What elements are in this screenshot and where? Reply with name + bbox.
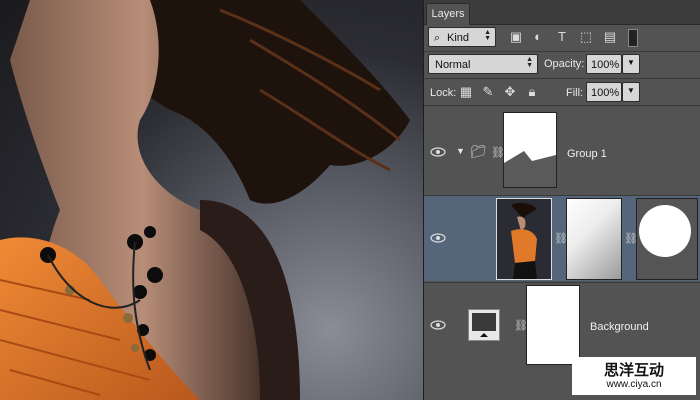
fill-dropdown-button[interactable]: ▼ [622, 82, 640, 102]
fill-layer-thumbnail[interactable] [468, 309, 500, 341]
fill-field[interactable]: 100% [586, 82, 622, 102]
lock-row: Lock: ▦ ✎ ✥ 🔒︎ Fill: 100% ▼ [424, 79, 700, 105]
shape-filter-icon[interactable]: ⬚ [578, 29, 594, 45]
lock-image-pixels-icon[interactable]: ✎ [480, 84, 496, 100]
blend-mode-value: Normal [435, 59, 471, 71]
layer-mask-thumbnail[interactable] [566, 198, 622, 280]
filter-row: ⌕ Kind ▲ ▼ ▣ ◐ T ⬚ ▤ [424, 25, 700, 51]
portrait-photo [0, 0, 410, 400]
lock-transparent-pixels-icon[interactable]: ▦ [458, 84, 474, 100]
filter-kind-label: Kind [447, 32, 470, 44]
panel-tabbar: Layers [424, 0, 700, 25]
image-filter-icon[interactable]: ▣ [508, 29, 524, 45]
expand-triangle-icon[interactable]: ▼ [456, 146, 465, 156]
fill-label: Fill: [566, 87, 584, 99]
opacity-field[interactable]: 100% [586, 54, 622, 74]
layers-panel: Layers ⌕ Kind ▲ ▼ ▣ ◐ T ⬚ ▤ Normal ▲ ▼ Opa… [424, 0, 700, 400]
adjustment-filter-icon[interactable]: ◐ [530, 29, 546, 45]
folder-icon: 📁︎ [470, 144, 487, 159]
tab-layers[interactable]: Layers [426, 3, 470, 25]
layer-name: Group 1 [567, 148, 607, 160]
layer-name: Background [590, 321, 649, 333]
type-filter-icon[interactable]: T [554, 29, 570, 45]
lock-label: Lock: [430, 87, 457, 99]
separator [424, 105, 700, 106]
smart-object-filter-icon[interactable]: ▤ [602, 29, 618, 45]
fill-value: 100% [591, 87, 620, 99]
visibility-eye-icon[interactable] [430, 232, 446, 244]
watermark-url: www.ciya.cn [606, 379, 662, 390]
layer-row-photo[interactable]: ⛓︎ ⛓︎ [424, 196, 700, 281]
lock-position-icon[interactable]: ✥ [502, 84, 518, 100]
opacity-value: 100% [591, 59, 620, 71]
watermark-logo: 思洋互动 www.ciya.cn [572, 357, 696, 395]
group-mask-thumbnail[interactable] [503, 112, 557, 188]
layer-row-group[interactable]: ▼ 📁︎ ⛓︎ Group 1 [424, 108, 700, 194]
chevron-updown-icon: ▲ ▼ [484, 29, 491, 42]
document-canvas[interactable] [0, 0, 423, 400]
opacity-dropdown-button[interactable]: ▼ [622, 54, 640, 74]
visibility-eye-icon[interactable] [430, 319, 446, 331]
blend-mode-select[interactable]: Normal ▲ ▼ [428, 54, 538, 74]
blend-row: Normal ▲ ▼ Opacity: 100% ▼ [424, 52, 700, 78]
filter-toggle-switch[interactable] [628, 29, 638, 47]
chevron-down-icon: ▼ [627, 86, 635, 95]
background-mask-thumbnail[interactable] [526, 285, 580, 365]
vector-mask-thumbnail[interactable] [636, 198, 698, 280]
visibility-eye-icon[interactable] [430, 146, 446, 158]
opacity-label: Opacity: [544, 58, 585, 70]
layer-image-thumbnail[interactable] [496, 198, 552, 280]
search-icon: ⌕ [434, 32, 441, 44]
chevron-down-icon: ▼ [627, 58, 635, 67]
chevron-updown-icon: ▲ ▼ [526, 56, 533, 69]
watermark-title: 思洋互动 [603, 361, 664, 379]
lock-all-icon[interactable]: 🔒︎ [524, 84, 540, 100]
layer-row-background[interactable]: ⛓︎ Background [424, 283, 700, 367]
filter-kind-select[interactable]: ⌕ Kind ▲ ▼ [428, 27, 496, 47]
